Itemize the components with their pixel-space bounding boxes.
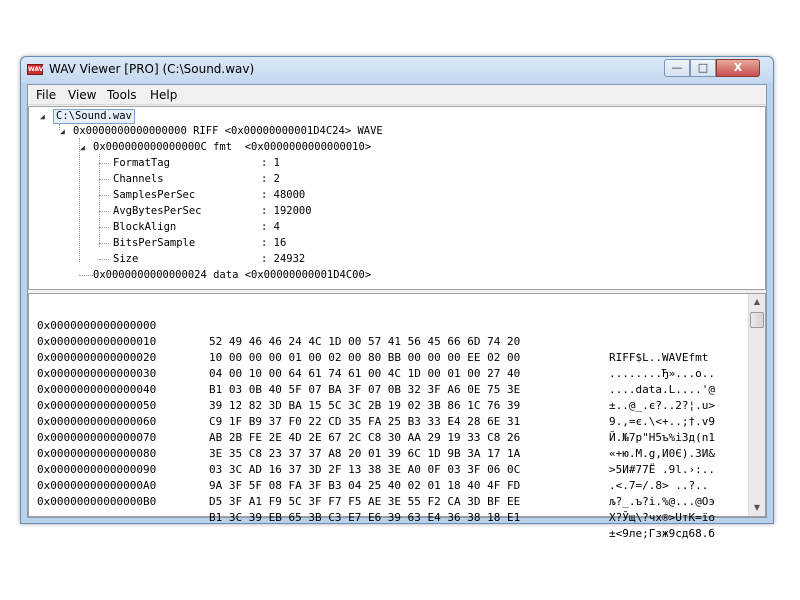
hex-bytes[interactable]: 52 49 46 46 24 4C 1D 00 57 41 56 45 66 6… (209, 334, 520, 350)
field-value: : 48000 (261, 189, 306, 201)
hex-row: 0x0000000000000000 52 49 46 46 24 4C 1D … (37, 302, 708, 364)
hex-bytes[interactable]: C9 1F B9 37 F0 22 CD 35 FA 25 B3 33 E4 2… (209, 414, 520, 430)
hex-bytes[interactable]: B1 3C 39 EB 65 3B C3 E7 E6 39 63 E4 36 3… (209, 510, 520, 526)
tree-node-data[interactable]: 0x0000000000000024 data <0x00000000001D4… (93, 269, 371, 282)
hex-ascii[interactable]: >5И#77Ё .9l.›:.. (609, 462, 715, 478)
hex-ascii[interactable]: RIFF$L..WAVEfmt (609, 350, 708, 366)
menu-file[interactable]: File (36, 88, 56, 102)
hex-ascii[interactable]: ........Ђ»...о.. (609, 366, 715, 382)
field-name[interactable]: FormatTag (113, 157, 170, 170)
hex-view[interactable]: 0x0000000000000000 52 49 46 46 24 4C 1D … (28, 293, 766, 540)
field-name[interactable]: BlockAlign (113, 221, 176, 234)
field-name[interactable]: Channels (113, 173, 164, 186)
close-button[interactable]: X (716, 59, 760, 77)
field-value: : 192000 (261, 205, 312, 217)
menu-tools[interactable]: Tools (107, 88, 137, 102)
hex-ascii[interactable]: ±<9лe;Гзж9cд68.б (609, 526, 715, 542)
field-name[interactable]: AvgBytesPerSec (113, 205, 202, 218)
hex-row: 0x0000000000000030 B1 03 0B 40 5F 07 BA … (37, 350, 715, 412)
hex-bytes[interactable]: B1 03 0B 40 5F 07 BA 3F 07 0B 32 3F A6 0… (209, 382, 520, 398)
hex-ascii[interactable]: љ?_.ъ?і.%@...@Oэ (609, 494, 715, 510)
hex-row: 0x0000000000000020 04 00 10 00 64 61 74 … (37, 334, 715, 396)
minimize-button[interactable]: — (664, 59, 690, 77)
menu-help[interactable]: Help (150, 88, 177, 102)
title-bar[interactable]: WAV WAV Viewer [PRO] (C:\Sound.wav) — □ … (21, 57, 773, 83)
hex-row: 0x0000000000000050 C9 1F B9 37 F0 22 CD … (37, 382, 715, 444)
hex-row: 0x00000000000000B0 B1 3C 39 EB 65 3B C3 … (37, 478, 715, 540)
hex-row: 0x0000000000000010 10 00 00 00 01 00 02 … (37, 318, 715, 380)
hex-bytes[interactable]: D5 3F A1 F9 5C 3F F7 F5 AE 3E 55 F2 CA 3… (209, 494, 520, 510)
collapse-arrow-icon[interactable]: ◢ (80, 141, 85, 154)
hex-ascii[interactable]: Й.№7р"Н5ъ%і3д(n1 (609, 430, 715, 446)
client-area: File View Tools Help ◢ C:\Sound.wav ◢ 0x… (27, 84, 767, 540)
hex-bytes[interactable]: 39 12 82 3D BA 15 5C 3C 2B 19 02 3B 86 1… (209, 398, 520, 414)
hex-bytes[interactable]: AB 2B FE 2E 4D 2E 67 2C C8 30 AA 29 19 3… (209, 430, 520, 446)
scroll-down-icon[interactable]: ▼ (749, 500, 765, 516)
field-value: : 2 (261, 173, 280, 185)
field-value: : 1 (261, 157, 280, 169)
hex-ascii[interactable]: 9.‚=є.\<+..;†.v9 (609, 414, 715, 430)
window-title: WAV Viewer [PRO] (C:\Sound.wav) (49, 62, 255, 76)
tree-root-file[interactable]: C:\Sound.wav (53, 109, 135, 124)
hex-row: 0x0000000000000090 9A 3F 5F 08 FA 3F B3 … (37, 446, 715, 508)
tree-node-fmt[interactable]: 0x000000000000000C fmt <0x00000000000000… (93, 141, 371, 154)
hex-row: 0x0000000000000080 03 3C AD 16 37 3D 2F … (37, 430, 708, 492)
field-name[interactable]: BitsPerSample (113, 237, 195, 250)
hex-row: 0x0000000000000040 39 12 82 3D BA 15 5C … (37, 366, 715, 428)
hex-ascii[interactable]: Х?Ўщ\?чх®>UтК=їо (609, 510, 715, 526)
hex-ascii[interactable]: .<­.7=/.8> ..?.. (609, 478, 708, 494)
hex-address: 0x00000000000000B0 (37, 495, 157, 508)
hex-row: 0x0000000000000060 AB 2B FE 2E 4D 2E 67 … (37, 398, 715, 460)
collapse-arrow-icon[interactable]: ◢ (60, 125, 65, 138)
field-value: : 4 (261, 221, 280, 233)
scroll-up-icon[interactable]: ▲ (749, 294, 765, 310)
hex-bytes[interactable]: 3E 35 C8 23 37 37 A8 20 01 39 6C 1D 9B 3… (209, 446, 520, 462)
hex-ascii[interactable]: ±..@_.є?..2?¦.u> (609, 398, 715, 414)
hex-row: 0x00000000000000A0 D5 3F A1 F9 5C 3F F7 … (37, 462, 715, 524)
collapse-arrow-icon[interactable]: ◢ (40, 110, 45, 123)
wav-app-icon: WAV (27, 64, 44, 75)
hex-ascii[interactable]: «+ю.M.g,И0Є).3И& (609, 446, 715, 462)
menu-bar: File View Tools Help (28, 85, 766, 105)
main-window: WAV WAV Viewer [PRO] (C:\Sound.wav) — □ … (20, 56, 774, 540)
scroll-thumb[interactable] (750, 312, 764, 328)
vertical-scrollbar[interactable]: ▲ ▼ (748, 294, 765, 516)
tree-node-riff[interactable]: 0x0000000000000000 RIFF <0x00000000001D4… (73, 125, 383, 138)
field-value: : 24932 (261, 253, 306, 265)
hex-row: 0x0000000000000070 3E 35 C8 23 37 37 A8 … (37, 414, 715, 476)
field-value: : 16 (261, 237, 287, 249)
menu-view[interactable]: View (68, 88, 96, 102)
field-name[interactable]: SamplesPerSec (113, 189, 195, 202)
field-name[interactable]: Size (113, 253, 138, 266)
hex-bytes[interactable]: 04 00 10 00 64 61 74 61 00 4C 1D 00 01 0… (209, 366, 520, 382)
hex-bytes[interactable]: 03 3C AD 16 37 3D 2F 13 38 3E A0 0F 03 3… (209, 462, 520, 478)
hex-bytes[interactable]: 10 00 00 00 01 00 02 00 80 BB 00 00 00 E… (209, 350, 520, 366)
hex-bytes[interactable]: 9A 3F 5F 08 FA 3F B3 04 25 40 02 01 18 4… (209, 478, 520, 494)
hex-ascii[interactable]: ....data.L....'@ (609, 382, 715, 398)
maximize-button[interactable]: □ (690, 59, 716, 77)
chunk-tree[interactable]: ◢ C:\Sound.wav ◢ 0x0000000000000000 RIFF… (28, 106, 766, 290)
